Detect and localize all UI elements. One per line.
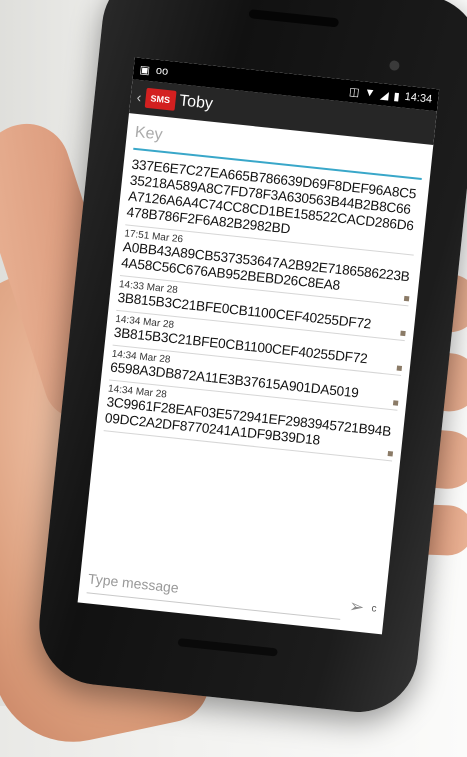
status-time: 14:34	[404, 90, 433, 106]
key-placeholder: Key	[134, 123, 164, 144]
message-input[interactable]: Type message	[86, 563, 344, 620]
delivery-status-icon	[392, 400, 399, 406]
message-list: 337E6E7C27EA665B786639D69F8DEF96A8C53521…	[96, 149, 430, 462]
send-icon[interactable]: ➢	[340, 590, 373, 623]
image-notification-icon: ▣	[138, 63, 151, 77]
delivery-status-icon	[403, 295, 410, 302]
earpiece-speaker	[248, 9, 340, 28]
app-logo[interactable]: SMS	[144, 87, 177, 111]
phone-screen: ▣ oo ◫ ▼ ◢ ▮ 14:34 ‹ SMS Toby Key 337E6E…	[77, 57, 440, 635]
delivery-status-icon	[396, 365, 403, 371]
front-camera	[388, 60, 400, 72]
battery-icon: ▮	[393, 90, 401, 103]
voicemail-icon: oo	[155, 64, 169, 78]
bottom-speaker	[177, 638, 278, 657]
compose-bar: Type message ➢ c	[78, 553, 388, 635]
vibrate-icon: ◫	[348, 85, 361, 99]
contact-name: Toby	[178, 92, 214, 113]
back-arrow-icon[interactable]: ‹	[136, 89, 142, 105]
delivery-status-icon	[400, 330, 406, 337]
phone-device: ▣ oo ◫ ▼ ◢ ▮ 14:34 ‹ SMS Toby Key 337E6E…	[33, 0, 467, 718]
wifi-icon: ▼	[363, 86, 376, 100]
signal-icon: ◢	[379, 88, 390, 102]
character-counter: c	[371, 602, 378, 615]
delivery-status-icon	[387, 450, 394, 457]
